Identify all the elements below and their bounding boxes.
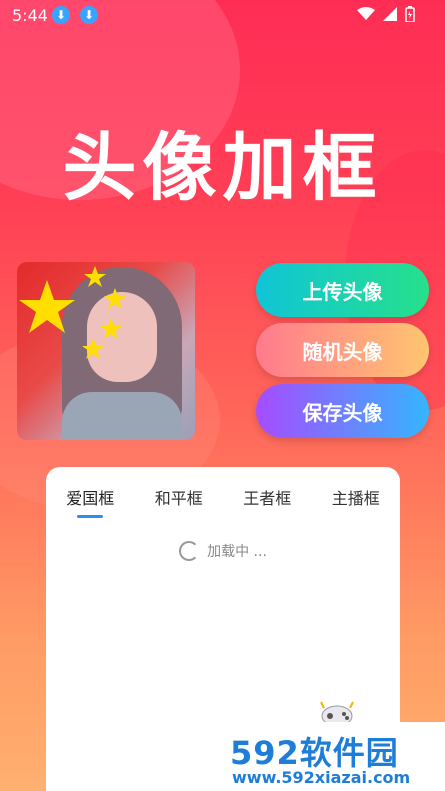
download-icon: ⬇ [52, 6, 70, 24]
flag-stars [19, 266, 126, 359]
page-title: 头像加框 [62, 125, 383, 211]
spinner-icon [179, 541, 200, 561]
watermark: 592软件园 www.592xiazai.com [222, 722, 445, 791]
battery-icon [405, 6, 415, 22]
download-icon: ⬇ [80, 6, 98, 24]
tab-label: 主播框 [331, 489, 380, 508]
star-icon [84, 266, 106, 287]
star-icon [104, 288, 126, 309]
star-icon [19, 280, 75, 333]
signal-icon [383, 7, 397, 21]
save-avatar-button[interactable]: 保存头像 [256, 384, 429, 438]
tab-peace[interactable]: 和平框 [149, 485, 209, 509]
loading-indicator: 加载中 ... [46, 541, 400, 561]
watermark-sub: www.592xiazai.com [232, 768, 411, 787]
app-screen: 5:44 ⬇ ⬇ 头像加框 上传头像 随机头像 保存头像 爱国框 和平框 王者框… [0, 0, 445, 791]
star-icon [82, 338, 104, 359]
frame-tabs: 爱国框 和平框 王者框 主播框 [46, 485, 400, 518]
tab-king[interactable]: 王者框 [237, 485, 297, 509]
wifi-icon [357, 7, 375, 20]
status-time: 5:44 [12, 6, 48, 25]
random-avatar-button[interactable]: 随机头像 [256, 323, 429, 377]
tab-patriotic[interactable]: 爱国框 [60, 485, 120, 518]
tab-label: 王者框 [243, 489, 292, 508]
loading-text: 加载中 ... [207, 544, 267, 560]
upload-avatar-button[interactable]: 上传头像 [256, 263, 429, 317]
star-icon [100, 318, 122, 339]
tab-label: 爱国框 [66, 489, 115, 508]
active-tab-indicator [77, 515, 104, 518]
status-icons [357, 6, 415, 22]
avatar-preview[interactable] [17, 262, 195, 440]
tab-streamer[interactable]: 主播框 [326, 485, 386, 509]
tab-label: 和平框 [154, 489, 203, 508]
status-bar: 5:44 ⬇ ⬇ [0, 0, 445, 30]
